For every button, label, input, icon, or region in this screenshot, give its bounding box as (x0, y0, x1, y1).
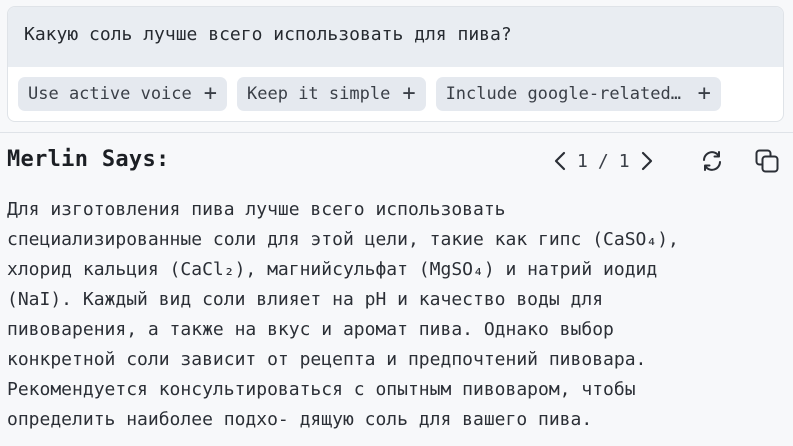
pager: 1 / 1 (553, 146, 654, 176)
plus-icon: + (697, 81, 711, 106)
divider (0, 132, 793, 133)
answer-line: пивоварения, а также на вкус и аромат пи… (7, 319, 614, 340)
chip-label: Use active voice (28, 84, 192, 104)
prompt-card: Какую соль лучше всего использовать для … (7, 6, 784, 122)
answer-line: определить наиболее подхо- дящую соль дл… (7, 409, 593, 430)
chip-include-google-related[interactable]: Include google-related… + (435, 77, 721, 111)
answer-line: специализированные соли для этой цели, т… (7, 229, 679, 250)
answer-line: (NaI). Каждый вид соли влияет на pH и ка… (7, 289, 604, 310)
pager-total: 1 (618, 150, 630, 172)
prompt-text: Какую соль лучше всего использовать для … (24, 24, 512, 45)
chip-label: Include google-related… (445, 84, 681, 104)
answer-line: Для изготовления пива лучше всего исполь… (7, 199, 506, 220)
pager-separator: / (597, 150, 609, 172)
copy-icon[interactable] (753, 146, 781, 176)
suggestion-chips: Use active voice + Keep it simple + Incl… (18, 77, 721, 111)
pager-current: 1 (577, 150, 588, 172)
chip-keep-it-simple[interactable]: Keep it simple + (237, 77, 426, 111)
answer-line: хлорид кальция (CaCl₂), магнийсульфат (M… (7, 259, 658, 280)
plus-icon: + (203, 81, 218, 106)
plus-icon: + (402, 81, 416, 106)
chevron-right-icon[interactable] (640, 151, 654, 171)
answer-title: Merlin Says: (7, 147, 170, 172)
prompt-input[interactable]: Какую соль лучше всего использовать для … (8, 7, 783, 67)
chevron-left-icon[interactable] (553, 151, 567, 171)
answer-line: Рекомендуется консультироваться с опытны… (7, 379, 636, 400)
chip-use-active-voice[interactable]: Use active voice + (18, 77, 228, 111)
answer-line: конкретной соли зависит от рецепта и пре… (7, 349, 647, 370)
chip-label: Keep it simple (247, 84, 391, 104)
refresh-icon[interactable] (698, 146, 726, 176)
answer-text: Для изготовления пива лучше всего исполь… (7, 195, 787, 435)
